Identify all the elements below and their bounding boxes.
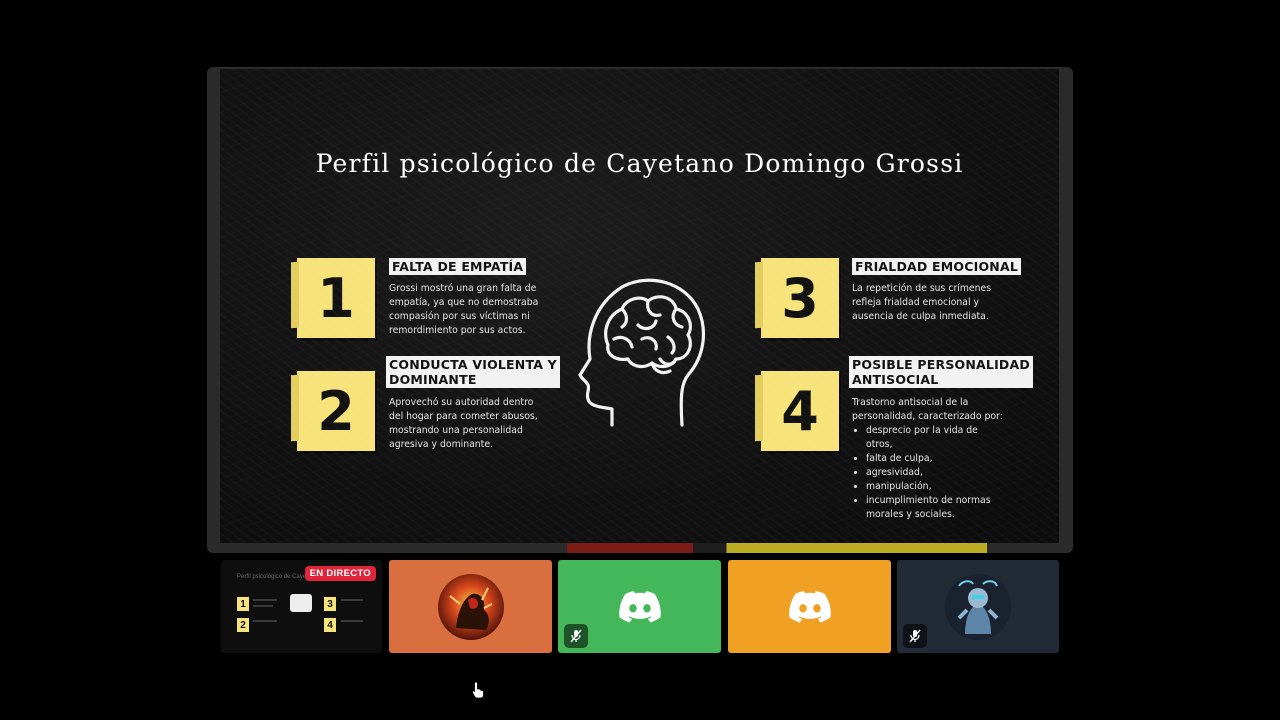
- heading-line: ANTISOCIAL: [852, 372, 939, 387]
- participant-tile-4[interactable]: [897, 560, 1059, 653]
- desc-line: del hogar para cometer abusos,: [389, 411, 538, 422]
- preview-note-2: 2: [237, 618, 249, 632]
- screen-share-stage[interactable]: Perfil psicológico de Cayetano Domingo G…: [207, 67, 1073, 553]
- item-heading-2: CONDUCTA VIOLENTA Y DOMINANTE: [386, 356, 560, 388]
- discord-icon: [788, 590, 831, 622]
- preview-note-4: 4: [324, 618, 336, 632]
- item-heading-1: FALTA DE EMPATÍA: [389, 258, 527, 275]
- head-brain-icon: [578, 278, 706, 427]
- desc-line: ausencia de culpa inmediata.: [852, 311, 989, 322]
- item-description-4: Trastorno antisocial de la personalidad,…: [852, 396, 1003, 522]
- desc-line: Grossi mostró una gran falta de: [389, 283, 537, 294]
- item-description-3: La repetición de sus crímenes refleja fr…: [852, 282, 991, 324]
- item-number-4: 4: [781, 379, 819, 443]
- desc-line: mostrando una personalidad: [389, 425, 523, 436]
- preview-head-icon: [290, 594, 312, 612]
- warrior-avatar: [437, 573, 504, 640]
- participant-tile-1[interactable]: [389, 560, 552, 653]
- item-number-2: 2: [317, 379, 355, 443]
- desc-line: Aprovechó su autoridad dentro: [389, 397, 534, 408]
- sticky-note-3: 3: [761, 258, 839, 338]
- item-heading-4: POSIBLE PERSONALIDAD ANTISOCIAL: [849, 356, 1033, 388]
- desc-line: La repetición de sus crímenes: [852, 283, 992, 294]
- desc-line: empatía, ya que no demostraba: [389, 297, 539, 308]
- trait-item: desprecio por la vida deotros,: [866, 424, 1003, 452]
- participant-tile-3[interactable]: [728, 560, 891, 653]
- preview-line: [253, 605, 273, 607]
- heading-line: CONDUCTA VIOLENTA Y: [389, 357, 557, 372]
- presentation-slide: Perfil psicológico de Cayetano Domingo G…: [220, 69, 1059, 543]
- item-number-3: 3: [781, 266, 819, 330]
- discord-icon: [618, 590, 661, 622]
- preview-line: [341, 599, 363, 601]
- trait-list: desprecio por la vida deotros, falta de …: [852, 424, 1003, 522]
- desc-line: remordimiento por sus actos.: [389, 325, 526, 336]
- trait-item: manipulación,: [866, 480, 1003, 494]
- desc-line: refleja frialdad emocional y: [852, 297, 980, 308]
- preview-note-1: 1: [237, 597, 249, 611]
- muted-indicator: [564, 624, 588, 648]
- desc-line: Trastorno antisocial de la: [852, 397, 969, 408]
- live-badge: EN DIRECTO: [304, 566, 376, 581]
- trait-item: falta de culpa,: [866, 452, 1003, 466]
- preview-line: [341, 620, 363, 622]
- hand-cursor-icon: [472, 681, 484, 699]
- desc-line: agresiva y dominante.: [389, 439, 494, 450]
- item-description-2: Aprovechó su autoridad dentro del hogar …: [389, 396, 538, 452]
- mic-muted-icon: [570, 629, 582, 643]
- item-number-1: 1: [317, 266, 355, 330]
- desc-line: personalidad, caracterizado por:: [852, 411, 1003, 422]
- preview-note-3: 3: [324, 597, 336, 611]
- desc-line: compasión por sus víctimas ni: [389, 311, 530, 322]
- sticky-note-1: 1: [297, 258, 375, 338]
- heading-line: POSIBLE PERSONALIDAD: [852, 357, 1030, 372]
- stream-preview-tile[interactable]: Perfil psicológico de Cayetano Domingo G…: [221, 560, 382, 653]
- participant-tile-2[interactable]: [558, 560, 721, 653]
- background-artwork-strip: [567, 543, 987, 553]
- sticky-note-2: 2: [297, 371, 375, 451]
- preview-line: [253, 620, 277, 622]
- muted-indicator: [903, 624, 927, 648]
- trait-item: incumplimiento de normasmorales y social…: [866, 494, 1003, 522]
- mic-muted-icon: [909, 629, 921, 643]
- heading-line: DOMINANTE: [389, 372, 477, 387]
- item-heading-3: FRIALDAD EMOCIONAL: [852, 258, 1021, 275]
- preview-line: [253, 599, 277, 601]
- sticky-note-4: 4: [761, 371, 839, 451]
- robot-avatar: [945, 573, 1011, 640]
- trait-item: agresividad,: [866, 466, 1003, 480]
- slide-title: Perfil psicológico de Cayetano Domingo G…: [315, 149, 964, 178]
- item-description-1: Grossi mostró una gran falta de empatía,…: [389, 282, 538, 338]
